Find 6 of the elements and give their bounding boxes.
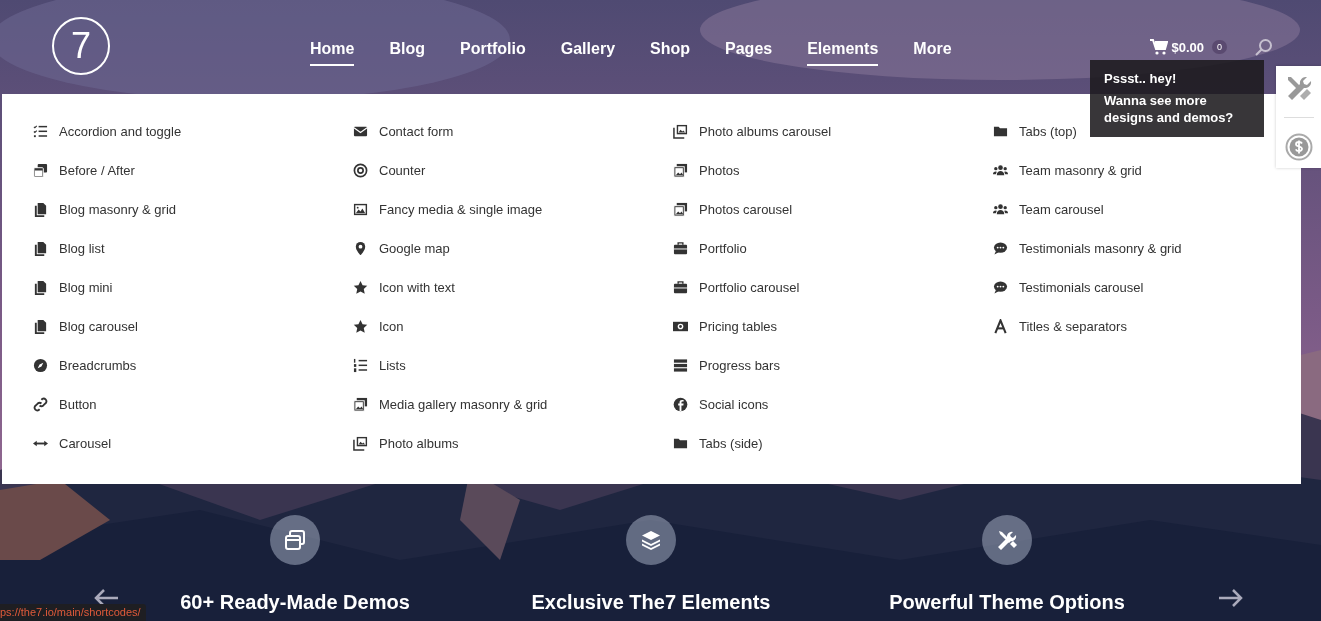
- tooltip-title: Pssst.. hey!: [1104, 71, 1178, 86]
- tooltip-text: Wanna see more designs and demos?: [1104, 92, 1235, 126]
- feature-title: Powerful Theme Options: [889, 591, 1125, 614]
- cart-total: $0.00: [1171, 39, 1205, 55]
- feature-title: 60+ Ready-Made Demos: [180, 591, 410, 614]
- feature-title: Exclusive The7 Elements: [531, 591, 771, 614]
